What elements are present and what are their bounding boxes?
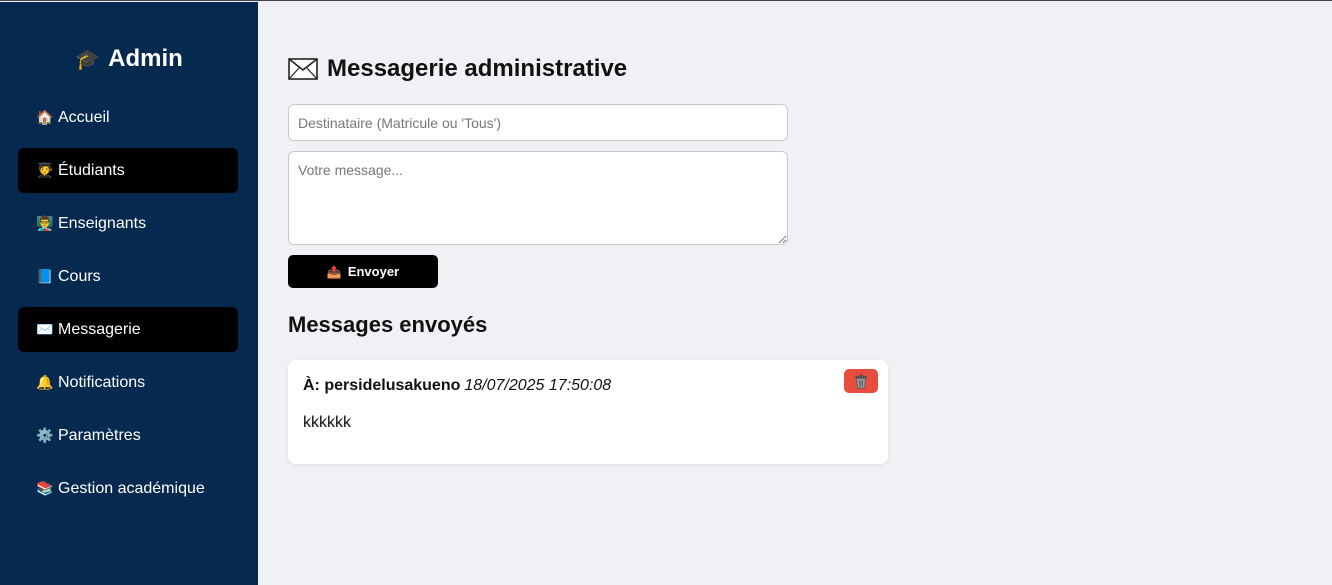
outbox-icon: 📤 (326, 264, 342, 279)
student-icon: 🧑‍🎓 (36, 162, 54, 178)
brand: 🎓 Admin (0, 45, 258, 73)
send-button-label: Envoyer (347, 264, 400, 279)
graduation-cap-icon: 🎓 (75, 49, 101, 71)
sidebar-item-cours[interactable]: 📘 Cours (18, 254, 238, 299)
sidebar-item-label: Notifications (58, 373, 146, 391)
home-icon: 🏠 (36, 109, 54, 125)
sidebar-item-gestion-academique[interactable]: 📚 Gestion académique (18, 466, 238, 511)
message-card: À: persidelusakueno 18/07/2025 17:50:08 k… (288, 360, 888, 464)
envelope-icon: ✉️ (36, 321, 54, 337)
sidebar-item-label: Messagerie (58, 320, 141, 338)
sidebar-item-label: Cours (58, 267, 101, 285)
book-icon: 📘 (36, 268, 54, 284)
gear-icon: ⚙️ (36, 427, 54, 443)
message-textarea[interactable] (288, 151, 788, 245)
sidebar-item-etudiants[interactable]: 🧑‍🎓 Étudiants (18, 148, 238, 193)
sidebar-item-label: Accueil (58, 108, 110, 126)
send-button[interactable]: 📤 Envoyer (288, 255, 438, 288)
sidebar-item-accueil[interactable]: 🏠 Accueil (18, 95, 238, 140)
recipient-input[interactable] (288, 104, 788, 141)
books-icon: 📚 (36, 480, 54, 496)
trash-icon (855, 374, 867, 388)
sidebar-item-enseignants[interactable]: 👨‍🏫 Enseignants (18, 201, 238, 246)
sidebar-item-messagerie[interactable]: ✉️ Messagerie (18, 307, 238, 352)
message-body: kkkkkk (303, 414, 351, 431)
sidebar-item-label: Gestion académique (58, 479, 205, 497)
message-header: À: persidelusakueno 18/07/2025 17:50:08 (303, 377, 611, 395)
delete-message-button[interactable] (844, 369, 878, 393)
sidebar-item-label: Étudiants (58, 161, 125, 179)
bell-icon: 🔔 (36, 374, 54, 390)
teacher-icon: 👨‍🏫 (36, 215, 54, 231)
sidebar-item-parametres[interactable]: ⚙️ Paramètres (18, 413, 238, 458)
sidebar: 🎓 Admin 🏠 Accueil 🧑‍🎓 Étudiants 👨‍🏫 Ensei… (0, 2, 258, 585)
message-date: 18/07/2025 17:50:08 (464, 377, 612, 394)
sidebar-item-label: Enseignants (58, 214, 147, 232)
sidebar-item-label: Paramètres (58, 426, 141, 444)
page-title: Messagerie administrative (288, 55, 627, 83)
message-recipient: À: persidelusakueno (303, 377, 461, 394)
sidebar-item-notifications[interactable]: 🔔 Notifications (18, 360, 238, 405)
envelope-icon (288, 58, 318, 80)
page-title-text: Messagerie administrative (327, 55, 628, 82)
brand-title: Admin (108, 45, 183, 72)
sent-messages-title: Messages envoyés (288, 312, 488, 337)
